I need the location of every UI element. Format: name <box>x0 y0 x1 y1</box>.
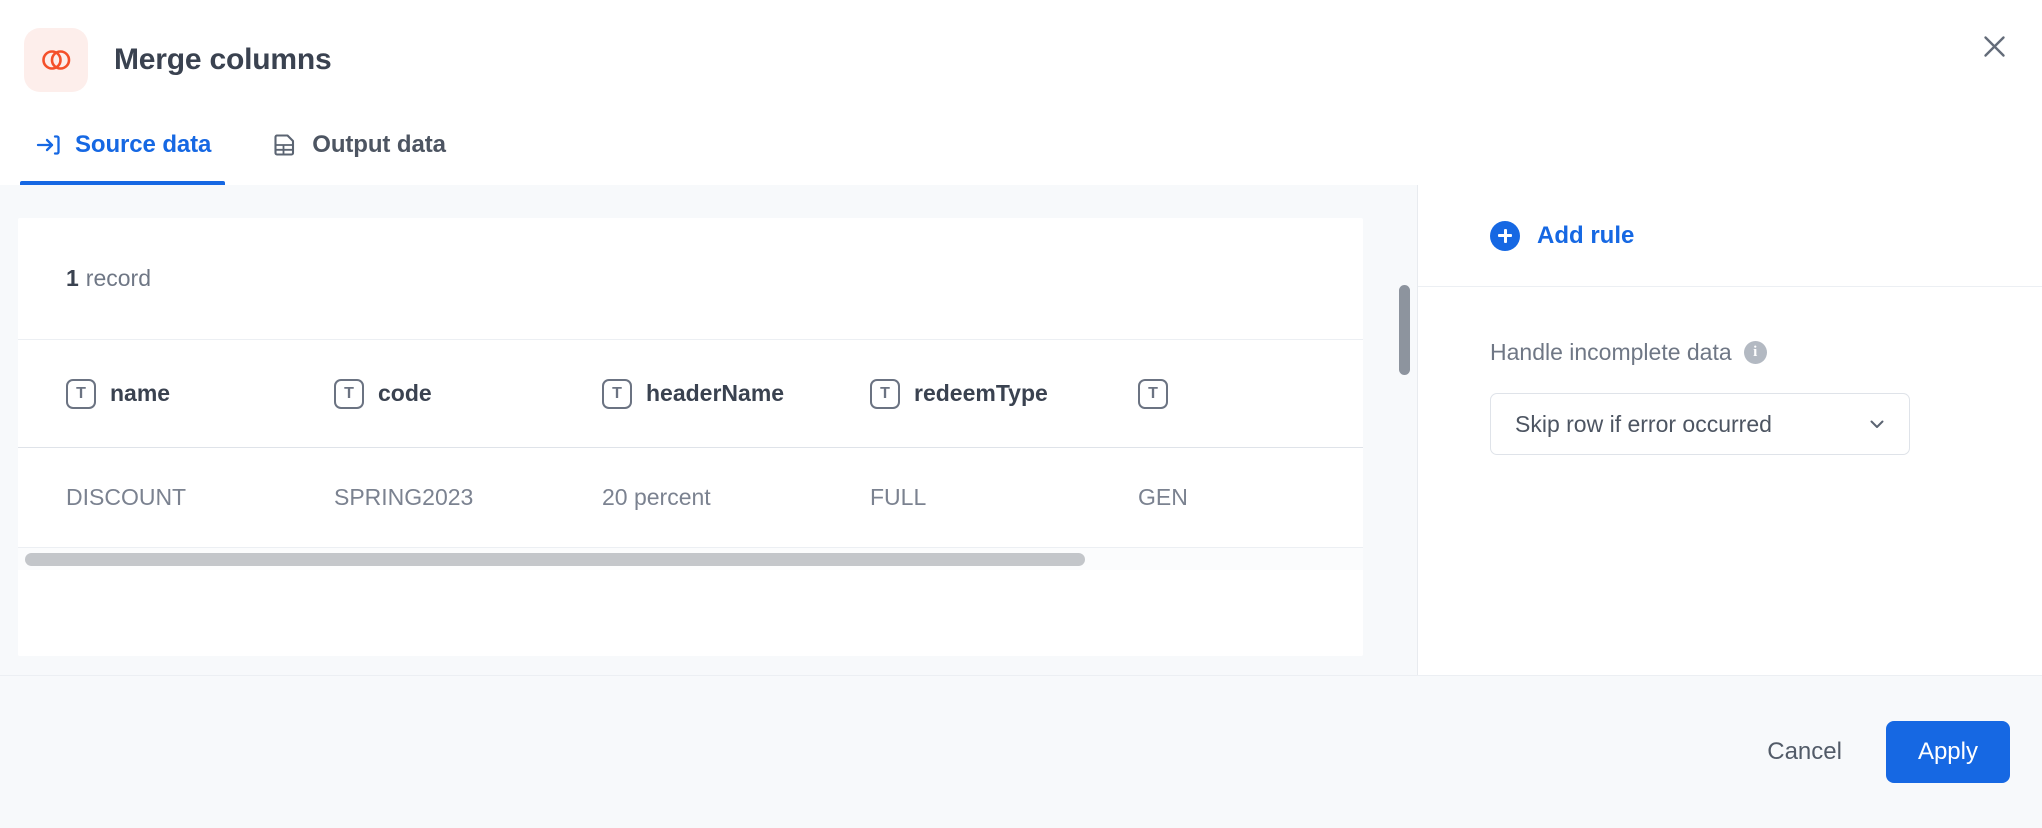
cell-value: GEN <box>1138 484 1188 510</box>
table-row: DISCOUNT SPRING2023 20 percent FULL GEN <box>18 448 1363 548</box>
add-rule-button[interactable]: Add rule <box>1490 220 1635 251</box>
tab-bar: Source data Output data <box>0 119 2042 185</box>
dialog-header: Merge columns <box>0 0 2042 119</box>
setting-label: Handle incomplete data <box>1490 339 1732 365</box>
column-header-truncated[interactable]: T <box>1090 378 1358 409</box>
text-type-icon: T <box>334 378 364 409</box>
table-cell: GEN <box>1090 484 1358 511</box>
column-header-headerName[interactable]: T headerName <box>554 378 822 409</box>
column-header-label: code <box>378 380 432 406</box>
cell-value: SPRING2023 <box>334 484 474 510</box>
info-icon[interactable]: i <box>1743 341 1767 364</box>
record-count-label: record <box>85 265 151 291</box>
text-type-icon: T <box>870 378 900 409</box>
arrow-into-box-icon <box>34 131 62 159</box>
close-icon[interactable] <box>1972 24 2016 68</box>
setting-label-row: Handle incomplete data i <box>1490 339 2042 366</box>
column-header-label: name <box>110 380 171 406</box>
cell-value: 20 percent <box>602 484 711 510</box>
tab-source-data-label: Source data <box>75 131 212 158</box>
cell-value: FULL <box>870 484 927 510</box>
handle-incomplete-data-setting: Handle incomplete data i Skip row if err… <box>1418 287 2042 455</box>
dialog-footer: Cancel Apply <box>0 675 2042 828</box>
tab-source-data[interactable]: Source data <box>20 119 226 185</box>
tab-output-data-label: Output data <box>312 131 446 158</box>
horizontal-scrollbar-thumb[interactable] <box>25 552 1085 566</box>
page-title: Merge columns <box>114 42 332 76</box>
chevron-down-icon <box>1867 414 1887 434</box>
add-rule-label: Add rule <box>1537 221 1635 249</box>
merge-columns-dialog: Merge columns Source data Output data 1 … <box>0 0 2042 828</box>
text-type-icon: T <box>66 378 96 409</box>
add-rule-row: Add rule <box>1418 185 2042 287</box>
rules-panel: Add rule Handle incomplete data i Skip r… <box>1417 185 2042 681</box>
text-type-icon: T <box>602 378 632 409</box>
cancel-button[interactable]: Cancel <box>1757 726 1852 778</box>
record-count: 1 record <box>18 218 1363 340</box>
plus-circle-icon <box>1490 220 1520 251</box>
table-cell: SPRING2023 <box>286 484 554 511</box>
cell-value: DISCOUNT <box>66 484 187 510</box>
merge-circles-icon <box>24 27 88 92</box>
vertical-scrollbar-thumb[interactable] <box>1399 285 1410 375</box>
column-header-label: redeemType <box>914 380 1048 406</box>
preview-table-card: 1 record T name T code T headerName T re… <box>18 218 1363 656</box>
select-value: Skip row if error occurred <box>1515 410 1772 437</box>
table-card-filler <box>18 570 1363 656</box>
horizontal-scrollbar[interactable] <box>18 548 1363 570</box>
table-cell: 20 percent <box>554 484 822 511</box>
text-type-icon: T <box>1138 378 1168 409</box>
record-count-value: 1 <box>66 265 79 291</box>
column-header-name[interactable]: T name <box>18 378 286 409</box>
handle-incomplete-data-select[interactable]: Skip row if error occurred <box>1490 393 1910 455</box>
apply-button[interactable]: Apply <box>1885 721 2010 783</box>
table-cell: DISCOUNT <box>18 484 286 511</box>
dialog-body: 1 record T name T code T headerName T re… <box>0 185 2042 681</box>
column-header-redeemType[interactable]: T redeemType <box>822 378 1090 409</box>
source-data-preview: 1 record T name T code T headerName T re… <box>0 185 1417 675</box>
table-header-row: T name T code T headerName T redeemType <box>18 340 1363 448</box>
column-header-code[interactable]: T code <box>286 378 554 409</box>
tab-output-data[interactable]: Output data <box>257 119 460 185</box>
column-header-label: headerName <box>646 380 785 406</box>
table-cell: FULL <box>822 484 1090 511</box>
document-table-icon <box>271 131 299 159</box>
